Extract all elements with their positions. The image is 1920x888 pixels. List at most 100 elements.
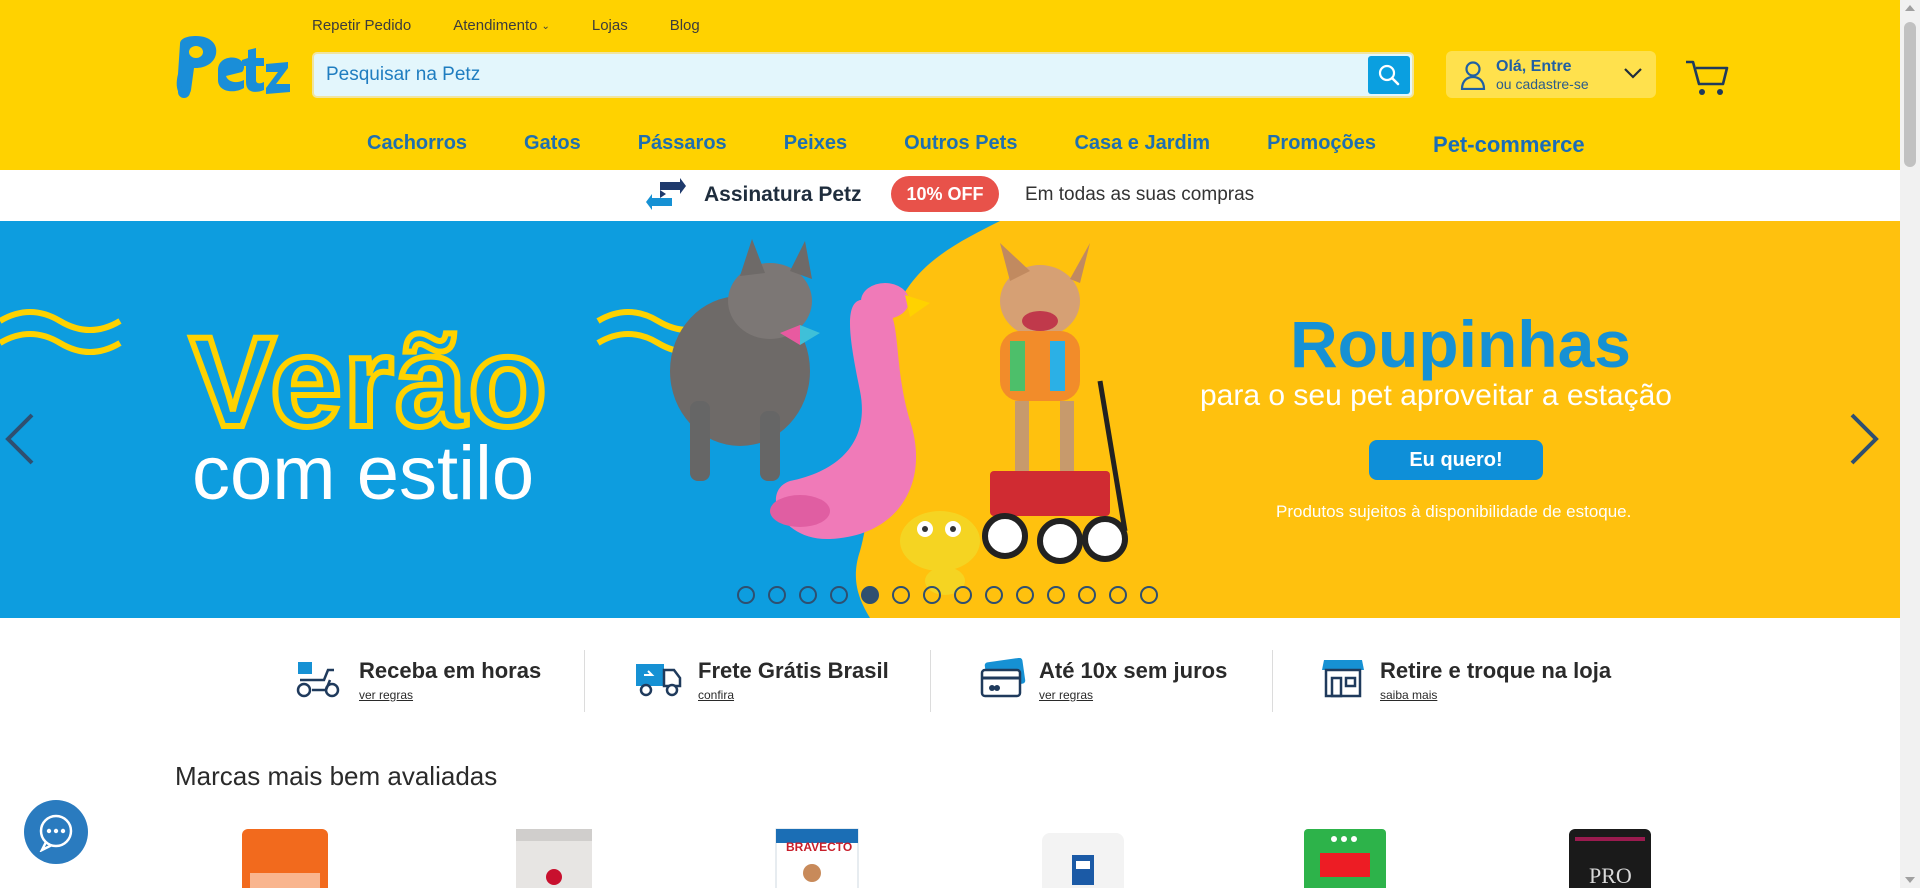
- search-box: [312, 52, 1414, 98]
- chevron-down-icon: ⌄: [541, 21, 550, 32]
- crab-toy-illustration: [900, 511, 980, 595]
- carousel-dot[interactable]: [1016, 586, 1034, 604]
- carousel-dot[interactable]: [985, 586, 1003, 604]
- nav-pet-commerce[interactable]: Pet-commerce: [1433, 132, 1585, 158]
- top-link-lojas[interactable]: Lojas: [592, 17, 628, 34]
- divider: [584, 650, 585, 712]
- cart-button[interactable]: [1685, 58, 1729, 103]
- discount-badge: 10% OFF: [891, 176, 999, 212]
- hero-cta-button[interactable]: Eu quero!: [1369, 440, 1543, 480]
- hero-banner[interactable]: Verão com estilo Roupinhas para o seu pe…: [0, 221, 1900, 618]
- divider: [1272, 650, 1273, 712]
- carousel-dots: [737, 586, 1158, 604]
- hero-subtitle: para o seu pet aproveitar a estação: [1200, 379, 1672, 412]
- divider: [930, 650, 931, 712]
- carousel-dot[interactable]: [1078, 586, 1096, 604]
- account-menu[interactable]: Olá, Entre ou cadastre-se: [1446, 51, 1656, 98]
- account-greeting: Olá, Entre: [1496, 58, 1572, 75]
- scroll-down-arrow[interactable]: [1905, 877, 1915, 883]
- carousel-dot[interactable]: [923, 586, 941, 604]
- search-input[interactable]: [326, 54, 1326, 96]
- brand-bravecto[interactable]: BRAVECTO: [772, 825, 862, 888]
- benefit-title: Frete Grátis Brasil: [698, 658, 889, 683]
- carousel-dot[interactable]: [799, 586, 817, 604]
- benefit-link[interactable]: saiba mais: [1380, 688, 1437, 702]
- benefit-title: Retire e troque na loja: [1380, 658, 1612, 683]
- brand-petz[interactable]: [1300, 825, 1390, 888]
- benefit-link[interactable]: ver regras: [359, 688, 413, 702]
- carousel-dot[interactable]: [954, 586, 972, 604]
- credit-card-icon: [980, 658, 1026, 698]
- carousel-dot[interactable]: [892, 586, 910, 604]
- top-link-blog[interactable]: Blog: [670, 17, 700, 34]
- dog-wagon-illustration: [982, 243, 1128, 564]
- carousel-dot[interactable]: [768, 586, 786, 604]
- brand-golden-product: [242, 829, 328, 888]
- carousel-dot[interactable]: [1047, 586, 1065, 604]
- nav-casa-e-jardim[interactable]: Casa e Jardim: [1074, 132, 1210, 158]
- brand-bravecto-product: BRAVECTO: [775, 828, 859, 888]
- top-links: Repetir Pedido Atendimento ⌄ Lojas Blog: [312, 17, 700, 34]
- subscription-bar[interactable]: Assinatura Petz 10% OFF Em todas as suas…: [0, 170, 1900, 221]
- petz-logo[interactable]: [174, 36, 290, 102]
- hero-title: Roupinhas: [1290, 307, 1631, 381]
- chevron-right-icon: [1850, 413, 1879, 465]
- svg-text:BRAVECTO: BRAVECTO: [786, 840, 852, 854]
- carousel-dot[interactable]: [861, 586, 879, 604]
- brand-royal-canin-product: [516, 829, 592, 888]
- brand-pro-plan[interactable]: PRO: [1565, 825, 1655, 888]
- hero-note: Produtos sujeitos à disponibilidade de e…: [1276, 502, 1632, 521]
- user-icon: [1460, 61, 1486, 90]
- search-button[interactable]: [1368, 56, 1410, 94]
- benefit-link[interactable]: ver regras: [1039, 688, 1093, 702]
- chevron-left-icon: [5, 413, 34, 465]
- benefit-title: Receba em horas: [359, 658, 542, 683]
- nav-passaros[interactable]: Pássaros: [638, 132, 727, 158]
- site-header: Repetir Pedido Atendimento⌄ Lojas Blog: [0, 0, 1900, 170]
- account-signup: ou cadastre-se: [1496, 76, 1589, 92]
- nav-cachorros[interactable]: Cachorros: [367, 132, 467, 158]
- nav-gatos[interactable]: Gatos: [524, 132, 581, 158]
- brand-hills[interactable]: [1038, 825, 1128, 888]
- benefits-bar: Receba em horas ver regras Frete Grátis …: [0, 618, 1900, 728]
- nav-peixes[interactable]: Peixes: [784, 132, 847, 158]
- subscription-arrows-icon: [646, 178, 686, 210]
- delivery-truck-icon: [636, 664, 682, 697]
- scroll-thumb[interactable]: [1904, 22, 1916, 167]
- hero-headline-estilo: com estilo: [192, 431, 535, 516]
- carousel-prev-button[interactable]: [2, 411, 36, 472]
- brands-section-title: Marcas mais bem avaliadas: [175, 761, 498, 791]
- nav-promocoes[interactable]: Promoções: [1267, 132, 1376, 158]
- cart-icon: [1686, 60, 1729, 95]
- delivery-scooter-icon: [296, 662, 340, 698]
- page: Repetir Pedido Atendimento⌄ Lojas Blog: [0, 0, 1920, 888]
- benefit-title: Até 10x sem juros: [1039, 658, 1228, 683]
- search-icon: [1378, 64, 1400, 86]
- svg-text:PRO: PRO: [1589, 863, 1632, 888]
- main-nav: Cachorros Gatos Pássaros Peixes Outros P…: [367, 132, 1585, 158]
- brand-pro-plan-product: PRO: [1569, 829, 1651, 888]
- brand-golden[interactable]: [240, 825, 330, 888]
- carousel-dot[interactable]: [1140, 586, 1158, 604]
- scroll-up-arrow[interactable]: [1905, 5, 1915, 11]
- carousel-dot[interactable]: [1109, 586, 1127, 604]
- subscription-text: Em todas as suas compras: [1025, 184, 1255, 205]
- chat-bubble-icon: [39, 814, 73, 852]
- benefit-link[interactable]: confira: [698, 688, 734, 702]
- subscription-title: Assinatura Petz: [704, 183, 862, 206]
- hero-headline-verao: Verão: [187, 311, 550, 454]
- chevron-down-icon: [1624, 68, 1642, 79]
- brand-hills-product: [1042, 833, 1124, 888]
- top-link-repetir-pedido[interactable]: Repetir Pedido: [312, 17, 411, 34]
- carousel-dot[interactable]: [737, 586, 755, 604]
- brand-royal-canin[interactable]: [510, 825, 600, 888]
- carousel-next-button[interactable]: [1848, 411, 1882, 472]
- nav-outros-pets[interactable]: Outros Pets: [904, 132, 1017, 158]
- top-link-atendimento-label: Atendimento: [453, 17, 538, 34]
- store-icon: [1322, 660, 1364, 698]
- brand-petz-product: [1304, 829, 1386, 888]
- page-scrollbar[interactable]: [1900, 0, 1920, 888]
- carousel-dot[interactable]: [830, 586, 848, 604]
- chat-button[interactable]: [24, 800, 88, 864]
- top-link-atendimento[interactable]: Atendimento ⌄: [453, 17, 550, 34]
